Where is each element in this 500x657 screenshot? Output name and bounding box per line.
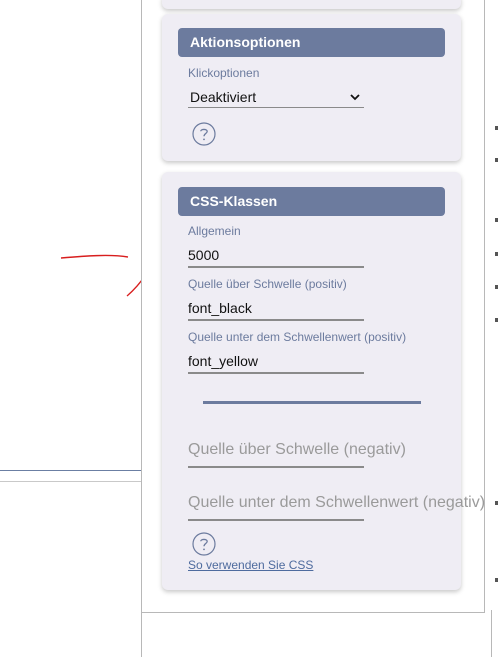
input-underline [188,466,364,468]
previous-card [162,0,461,9]
click-options-value: Deaktiviert [190,89,257,105]
background-text-fragment [495,126,498,130]
background-text-fragment [495,501,498,505]
below-threshold-positive-label: Quelle unter dem Schwellenwert (positiv) [188,330,407,344]
click-options-label: Klickoptionen [188,66,260,80]
above-threshold-positive-input[interactable]: font_black [188,297,364,321]
below-threshold-positive-input[interactable]: font_yellow [188,350,364,374]
actions-card: Aktionsoptionen Klickoptionen Deaktivier… [162,14,461,161]
background-divider-line [0,470,142,471]
css-help-link[interactable]: So verwenden Sie CSS [188,558,313,572]
css-card-header: CSS-Klassen [178,187,445,216]
background-text-fragment [495,578,498,582]
help-circle-icon[interactable] [192,122,216,146]
panel-border [491,610,492,657]
click-options-select[interactable]: Deaktiviert [188,86,364,108]
general-input[interactable]: 5000 [188,244,364,268]
panel-border [141,611,142,657]
background-divider-line [0,481,142,482]
css-classes-card: CSS-Klassen Allgemein 5000 Quelle über S… [162,172,485,590]
background-text-fragment [495,218,498,222]
help-circle-icon[interactable] [192,532,216,556]
input-underline [188,519,364,521]
background-text-fragment [495,252,498,256]
below-threshold-negative-input[interactable]: Quelle unter dem Schwellenwert (negativ) [188,491,485,515]
above-threshold-negative-input[interactable]: Quelle über Schwelle (negativ) [188,438,406,462]
background-text-fragment [495,285,498,289]
background-text-fragment [495,158,498,162]
general-label: Allgemein [188,224,241,238]
actions-card-header: Aktionsoptionen [178,28,445,57]
chevron-down-icon [350,94,360,101]
section-divider [203,401,421,404]
background-text-fragment [495,318,498,322]
above-threshold-positive-label: Quelle über Schwelle (positiv) [188,277,347,291]
